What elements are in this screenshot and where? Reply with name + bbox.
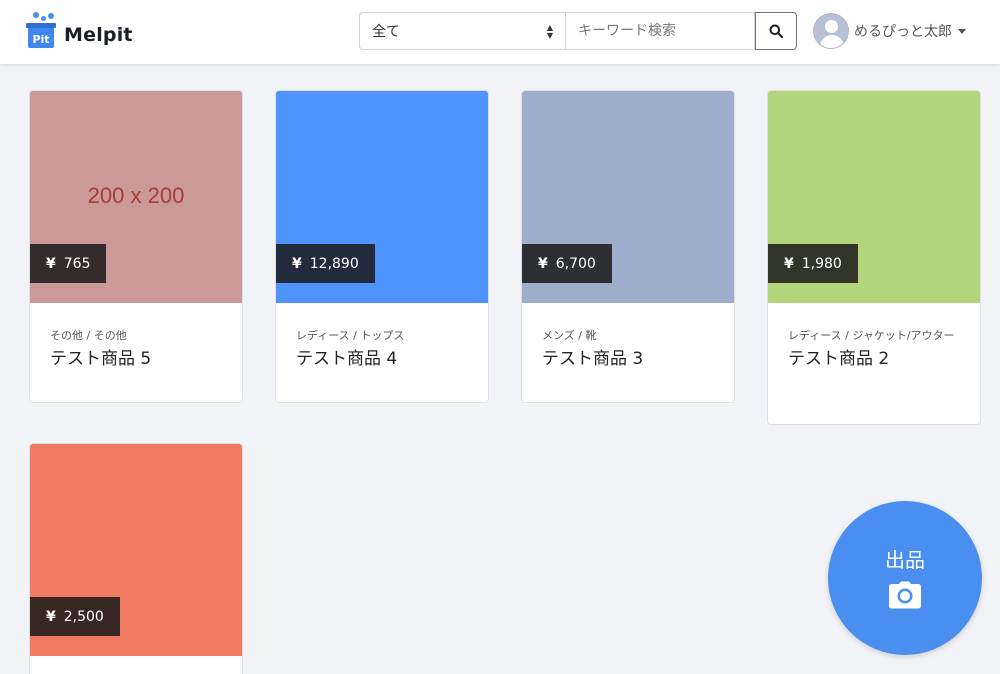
product-category: その他 / その他 [50,329,127,342]
search-icon [769,24,783,38]
price-value: 6,700 [555,255,596,272]
product-image: 200 x 200 ¥ 765 [30,91,242,303]
sell-button-label: 出品 [885,547,925,572]
logo-text: Melpit [64,24,133,46]
product-title: テスト商品 2 [788,349,890,369]
product-card[interactable]: ¥ 6,700 メンズ / 靴 テスト商品 3 [521,90,735,403]
price-value: 12,890 [309,255,359,272]
price-badge: ¥ 765 [30,244,107,283]
avatar [813,13,849,49]
category-select-value: 全て [372,24,400,40]
product-card[interactable]: ¥ 12,890 レディース / トップス テスト商品 4 [275,90,489,403]
product-image: ¥ 12,890 [276,91,488,303]
logo-icon: Pit [26,12,58,52]
price-badge: ¥ 12,890 [276,244,375,283]
keyword-search-input[interactable] [565,12,755,50]
price-badge: ¥ 2,500 [30,597,120,636]
product-card[interactable]: ¥ 2,500 [29,443,243,674]
yen-icon: ¥ [784,255,794,272]
product-card[interactable]: ¥ 1,980 レディース / ジャケット/アウター テスト商品 2 [767,90,981,425]
user-menu[interactable]: めるぴっと太郎 [813,12,966,50]
site-header: Pit Melpit 全て ▲▼ めるぴっと太郎 [0,0,1000,64]
product-title: テスト商品 4 [296,349,398,369]
yen-icon: ¥ [292,255,302,272]
price-value: 1,980 [801,255,842,272]
yen-icon: ¥ [538,255,548,272]
price-badge: ¥ 1,980 [768,244,858,283]
caret-down-icon [958,28,966,34]
sell-button[interactable]: 出品 [828,501,982,655]
price-value: 765 [63,255,91,272]
price-value: 2,500 [63,608,104,625]
product-image: ¥ 2,500 [30,444,242,656]
yen-icon: ¥ [46,608,56,625]
search-bar: 全て ▲ ▼ [359,12,797,50]
product-category: メンズ / 靴 [542,329,597,342]
price-badge: ¥ 6,700 [522,244,612,283]
select-arrows-icon: ▲ ▼ [546,23,553,40]
camera-icon [889,581,921,608]
product-category: レディース / ジャケット/アウター [788,329,955,342]
product-category: レディース / トップス [296,329,405,342]
logo[interactable]: Pit Melpit [26,12,133,52]
logo-mark-text: Pit [32,33,50,46]
product-image: ¥ 1,980 [768,91,980,303]
search-button[interactable] [755,12,797,50]
image-placeholder-label: 200 x 200 [87,183,185,208]
user-name: めるぴっと太郎 [854,24,952,40]
product-image: ¥ 6,700 [522,91,734,303]
product-title: テスト商品 3 [542,349,644,369]
yen-icon: ¥ [46,255,56,272]
product-card[interactable]: 200 x 200 ¥ 765 その他 / その他 テスト商品 5 [29,90,243,403]
product-title: テスト商品 5 [50,349,152,369]
category-select[interactable]: 全て ▲ ▼ [359,12,565,50]
